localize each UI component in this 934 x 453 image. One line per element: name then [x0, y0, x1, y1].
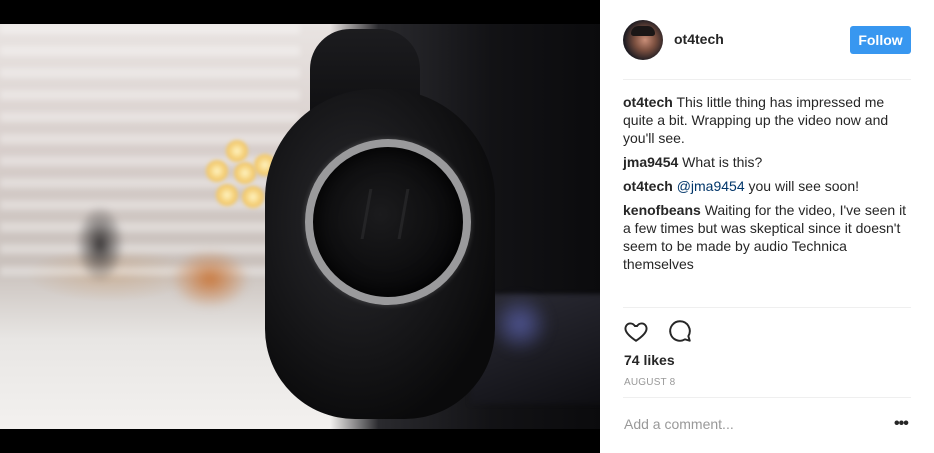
follow-button[interactable]: Follow [850, 26, 911, 54]
comment-item: ot4tech This little thing has impressed … [623, 93, 913, 147]
post-photo[interactable] [0, 0, 600, 453]
comment-username[interactable]: ot4tech [623, 94, 673, 110]
blurred-figurine [60, 184, 140, 324]
comment-bubble-icon[interactable] [667, 318, 693, 344]
header-divider [623, 79, 911, 80]
comment-item: kenofbeans Waiting for the video, I've s… [623, 201, 913, 273]
headphone [255, 29, 505, 429]
heart-icon[interactable] [623, 318, 649, 344]
post-actions [623, 318, 707, 346]
comment-text: What is this? [682, 154, 763, 170]
comment-item: jma9454 What is this? [623, 153, 913, 171]
add-comment-input[interactable]: Add a comment... [624, 416, 734, 432]
comment-mention[interactable]: @jma9454 [677, 178, 745, 194]
headphone-image [0, 24, 600, 429]
likes-count[interactable]: 74 likes [624, 352, 675, 368]
add-comment-divider [623, 397, 911, 398]
post-header: ot4tech Follow [600, 0, 934, 80]
comment-text: you will see soon! [748, 178, 860, 194]
avatar[interactable] [623, 20, 663, 60]
blurred-cup [170, 249, 250, 309]
post-date: AUGUST 8 [624, 377, 676, 388]
comment-username[interactable]: kenofbeans [623, 202, 701, 218]
comment-item: ot4tech @jma9454 you will see soon! [623, 177, 913, 195]
post-sidebar: ot4tech Follow ot4tech This little thing… [600, 0, 934, 453]
comment-list: ot4tech This little thing has impressed … [623, 93, 913, 279]
comments-divider [623, 307, 911, 308]
more-options-icon[interactable]: ••• [894, 416, 909, 432]
comment-username[interactable]: ot4tech [623, 178, 673, 194]
post-username[interactable]: ot4tech [674, 31, 724, 47]
comment-username[interactable]: jma9454 [623, 154, 678, 170]
